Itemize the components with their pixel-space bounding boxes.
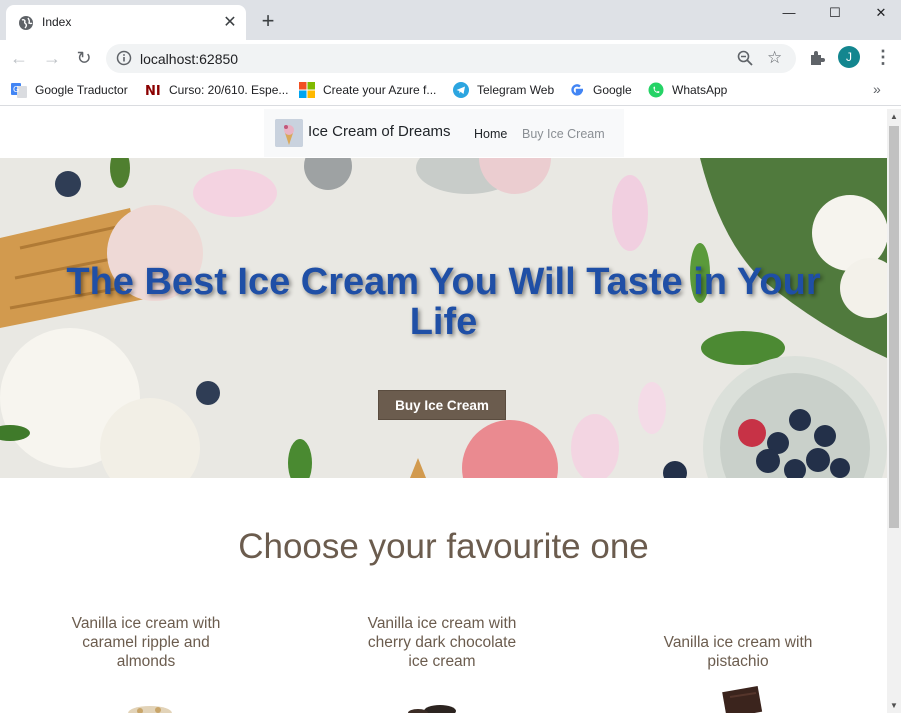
zoom-out-icon[interactable] xyxy=(737,50,753,66)
more-bookmarks-icon[interactable]: » xyxy=(873,81,881,97)
buy-ice-cream-button[interactable]: Buy Ice Cream xyxy=(378,390,506,420)
tab-title: Index xyxy=(42,15,72,29)
scroll-up-arrow-icon[interactable]: ▲ xyxy=(890,112,898,121)
hero-title: The Best Ice Cream You Will Taste in You… xyxy=(66,261,821,343)
profile-avatar[interactable]: J xyxy=(838,46,860,68)
back-arrow-icon[interactable]: ← xyxy=(7,46,31,70)
google-translate-icon: G xyxy=(11,83,27,98)
hero-banner: The Best Ice Cream You Will Taste in You… xyxy=(0,158,887,478)
forward-arrow-icon[interactable]: → xyxy=(40,46,64,70)
whatsapp-icon xyxy=(648,82,664,98)
menu-kebab-icon[interactable]: ⋮ xyxy=(874,48,892,68)
brand-name[interactable]: Ice Cream of Dreams xyxy=(308,123,451,140)
svg-text:G: G xyxy=(13,85,19,94)
close-tab-icon[interactable]: ✕ xyxy=(221,14,239,32)
google-icon xyxy=(571,84,584,96)
section-title: Choose your favourite one xyxy=(238,527,649,566)
maximize-button[interactable]: ☐ xyxy=(812,0,858,28)
brand-logo-icon[interactable] xyxy=(275,119,303,147)
svg-text:NI: NI xyxy=(145,84,161,98)
title-bar: Index ✕ + — ☐ ✕ xyxy=(0,0,901,40)
address-bar[interactable]: localhost:62850 ☆ xyxy=(106,44,796,73)
product-image[interactable] xyxy=(120,703,180,713)
bookmark-star-icon[interactable]: ☆ xyxy=(767,48,782,68)
browser-toolbar: ← → ↻ localhost:62850 ☆ J ⋮ xyxy=(0,40,901,76)
globe-icon xyxy=(19,16,33,30)
page-viewport: Ice Cream of Dreams Home Buy Ice Cream T… xyxy=(0,109,887,713)
scroll-down-arrow-icon[interactable]: ▼ xyxy=(890,701,898,710)
product-image[interactable] xyxy=(400,703,470,713)
minimize-button[interactable]: — xyxy=(766,0,812,28)
telegram-icon xyxy=(453,82,469,98)
ni-icon: NI xyxy=(145,84,161,98)
browser-tab[interactable]: Index ✕ xyxy=(6,5,246,40)
product-name: Vanilla ice cream with pistachio xyxy=(663,634,813,670)
extensions-puzzle-icon[interactable] xyxy=(808,49,826,67)
info-icon[interactable] xyxy=(116,50,132,66)
reload-icon[interactable]: ↻ xyxy=(72,46,96,70)
product-name: Vanilla ice cream with caramel ripple an… xyxy=(71,615,221,670)
nav-link-buy-ice-cream[interactable]: Buy Ice Cream xyxy=(522,127,605,141)
nav-link-home[interactable]: Home xyxy=(474,127,507,141)
close-window-button[interactable]: ✕ xyxy=(858,0,901,28)
bookmarks-bar: G Google Traductor NI Curso: 20/610. Esp… xyxy=(0,76,901,106)
site-navbar: Ice Cream of Dreams Home Buy Ice Cream xyxy=(264,109,624,157)
product-name: Vanilla ice cream with cherry dark choco… xyxy=(367,615,517,670)
product-image[interactable] xyxy=(716,683,776,713)
microsoft-icon xyxy=(299,82,315,98)
url-text[interactable]: localhost:62850 xyxy=(140,51,238,67)
page-scrollbar[interactable]: ▲ ▼ xyxy=(887,109,901,713)
new-tab-icon[interactable]: + xyxy=(258,10,278,32)
scrollbar-thumb[interactable] xyxy=(889,126,899,528)
